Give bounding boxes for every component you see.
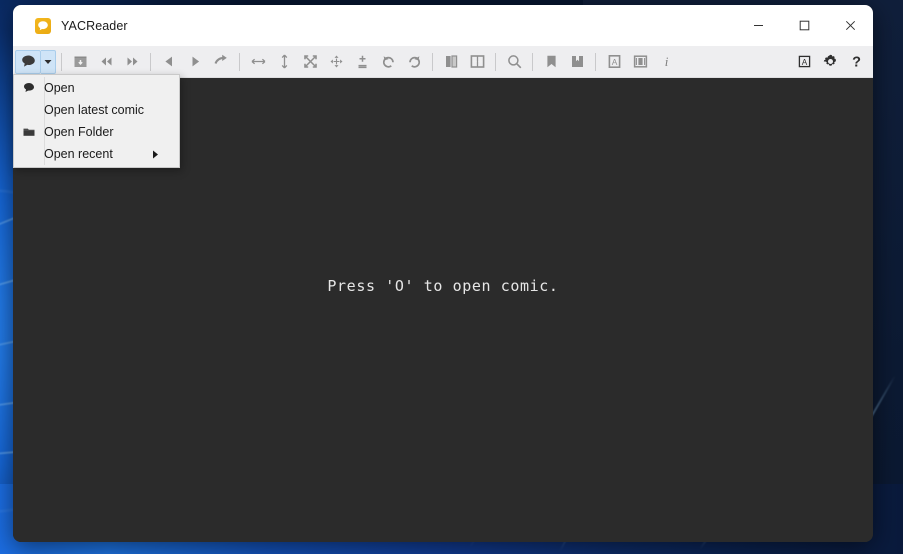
previous-page-button[interactable] (156, 50, 182, 74)
toolbar-separator (532, 52, 533, 71)
next-page-button[interactable] (182, 50, 208, 74)
toolbar-separator (495, 52, 496, 71)
window-title: YACReader (61, 18, 128, 33)
close-button[interactable] (827, 5, 873, 46)
magnifying-glass-button[interactable] (501, 50, 527, 74)
fullscreen-text-button[interactable]: A (791, 50, 817, 74)
translator-button[interactable]: A (601, 50, 627, 74)
reset-zoom-button[interactable] (323, 50, 349, 74)
menu-item-label: Open latest comic (44, 103, 145, 117)
toolbar-separator (239, 52, 240, 71)
svg-text:i: i (664, 54, 668, 69)
title-bar: YACReader (13, 5, 873, 46)
menu-item-label: Open Folder (44, 125, 114, 139)
app-icon (35, 17, 51, 34)
save-comic-button[interactable] (67, 50, 93, 74)
menu-item-open-latest-comic[interactable]: Open latest comic (14, 99, 179, 121)
page-layout-button[interactable] (627, 50, 653, 74)
toolbar-separator (61, 52, 62, 71)
window-controls (735, 5, 873, 46)
previous-comic-button[interactable] (93, 50, 119, 74)
chevron-right-icon (152, 150, 159, 159)
maximize-button[interactable] (781, 5, 827, 46)
help-button[interactable]: ? (843, 50, 869, 74)
open-button-group (15, 49, 56, 74)
folder-icon (14, 125, 44, 139)
empty-state-message: Press 'O' to open comic. (327, 277, 559, 295)
menu-item-open-folder[interactable]: Open Folder (14, 121, 179, 143)
toolbar-separator (432, 52, 433, 71)
go-to-page-button[interactable] (208, 50, 234, 74)
page-bookmark-button[interactable] (564, 50, 590, 74)
fit-page-button[interactable] (297, 50, 323, 74)
comic-info-button[interactable]: i (653, 50, 679, 74)
toolbar-separator (150, 52, 151, 71)
fit-width-button[interactable] (245, 50, 271, 74)
double-page-button[interactable] (438, 50, 464, 74)
open-dropdown-menu: Open Open latest comic Open Folder Open … (13, 74, 180, 168)
rotate-left-button[interactable] (375, 50, 401, 74)
svg-text:?: ? (852, 54, 861, 70)
svg-text:A: A (611, 57, 617, 67)
svg-text:A: A (801, 58, 807, 67)
fit-height-button[interactable] (271, 50, 297, 74)
menu-item-label: Open recent (44, 147, 113, 161)
menu-item-open-recent[interactable]: Open recent (14, 143, 179, 165)
open-comic-button[interactable] (15, 49, 41, 74)
toolbar-separator (595, 52, 596, 71)
speech-bubble-icon (14, 81, 44, 95)
rotate-right-button[interactable] (401, 50, 427, 74)
menu-item-label: Open (44, 81, 75, 95)
bookmarks-button[interactable] (538, 50, 564, 74)
double-page-split-button[interactable] (464, 50, 490, 74)
menu-item-open[interactable]: Open (14, 77, 179, 99)
zoom-adjust-button[interactable] (349, 50, 375, 74)
open-menu-arrow-button[interactable] (41, 49, 56, 74)
minimize-button[interactable] (735, 5, 781, 46)
settings-button[interactable] (817, 50, 843, 74)
desktop: YACReader A i A ? Press 'O' to open comi… (0, 0, 903, 554)
next-comic-button[interactable] (119, 50, 145, 74)
